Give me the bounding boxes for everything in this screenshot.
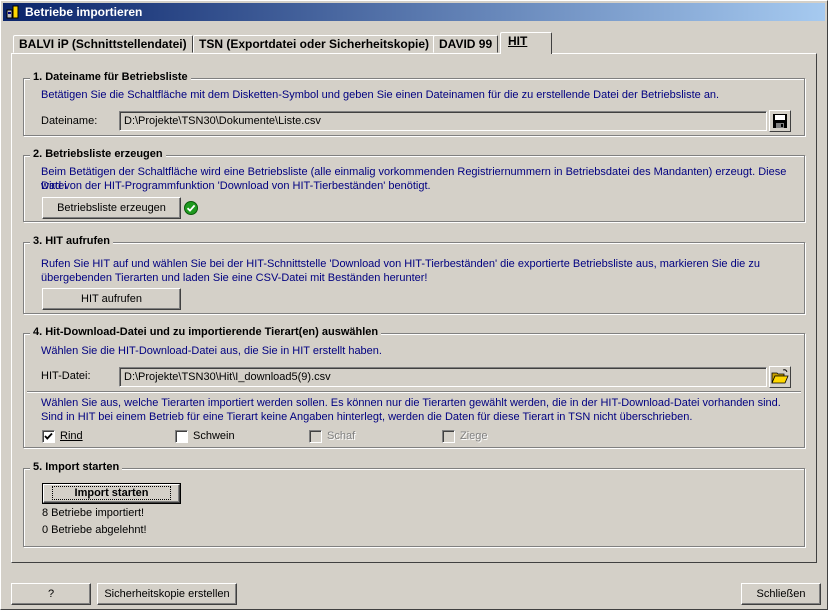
- group-dateiname: 1. Dateiname für Betriebsliste Betätigen…: [23, 71, 805, 136]
- checkbox-label-ziege: Ziege: [460, 430, 488, 442]
- tab-hit[interactable]: HIT: [500, 32, 552, 54]
- species-hint-line2: Sind in HIT bei einem Betrieb für eine T…: [41, 411, 693, 423]
- checkbox-label-schwein: Schwein: [193, 430, 235, 442]
- hit-file-label: HIT-Datei:: [41, 370, 91, 382]
- open-folder-icon: [771, 369, 789, 384]
- group-hit-aufrufen: 3. HIT aufrufen Rufen Sie HIT auf und wä…: [23, 235, 805, 314]
- result-imported: 8 Betriebe importiert!: [42, 507, 145, 519]
- section-description: Wählen Sie die HIT-Download-Datei aus, d…: [41, 345, 382, 357]
- section-divider: [27, 391, 801, 393]
- checkbox-schaf: [309, 430, 322, 443]
- betriebsliste-erzeugen-button[interactable]: Betriebsliste erzeugen: [42, 197, 181, 219]
- tab-label: TSN (Exportdatei oder Sicherheitskopie): [199, 37, 430, 51]
- button-label: Betriebsliste erzeugen: [57, 202, 166, 214]
- hit-aufrufen-button[interactable]: HIT aufrufen: [42, 288, 181, 310]
- import-starten-button[interactable]: Import starten: [42, 483, 181, 504]
- checkbox-label-schaf: Schaf: [327, 430, 356, 442]
- button-label: Schließen: [756, 588, 806, 600]
- tab-david[interactable]: DAVID 99: [433, 35, 499, 53]
- group-title: 1. Dateiname für Betriebsliste: [30, 71, 191, 83]
- open-file-button[interactable]: [769, 366, 791, 388]
- save-file-button[interactable]: [769, 110, 791, 132]
- backup-button[interactable]: Sicherheitskopie erstellen: [97, 583, 237, 605]
- close-button[interactable]: Schließen: [741, 583, 821, 605]
- group-title: 5. Import starten: [30, 461, 123, 473]
- group-title: 4. Hit-Download-Datei und zu importieren…: [30, 326, 382, 338]
- button-label: Sicherheitskopie erstellen: [104, 588, 230, 600]
- floppy-disk-icon: [773, 114, 787, 128]
- button-label: HIT aufrufen: [81, 293, 142, 305]
- title-bar[interactable]: Betriebe importieren: [3, 3, 825, 21]
- section-description-line1: Rufen Sie HIT auf und wählen Sie bei der…: [41, 258, 760, 270]
- group-hit-download: 4. Hit-Download-Datei und zu importieren…: [23, 326, 805, 448]
- window-title: Betriebe importieren: [25, 5, 143, 19]
- group-title: 2. Betriebsliste erzeugen: [30, 148, 166, 160]
- checkbox-label-rind: Rind: [60, 430, 83, 442]
- section-description-line2: übergebenden Tierarten und laden Sie ein…: [41, 272, 428, 284]
- app-icon: [6, 5, 19, 19]
- checkbox-ziege: [442, 430, 455, 443]
- section-description: Betätigen Sie die Schaltfläche mit dem D…: [41, 89, 720, 101]
- help-button[interactable]: ?: [11, 583, 91, 605]
- tab-tsn[interactable]: TSN (Exportdatei oder Sicherheitskopie): [193, 35, 436, 53]
- result-rejected: 0 Betriebe abgelehnt!: [42, 524, 147, 536]
- tab-balvi[interactable]: BALVI iP (Schnittstellendatei): [13, 35, 193, 53]
- group-betriebsliste: 2. Betriebsliste erzeugen Beim Betätigen…: [23, 148, 805, 222]
- group-title: 3. HIT aufrufen: [30, 235, 114, 247]
- dialog-window: Betriebe importieren BALVI iP (Schnittst…: [0, 0, 828, 610]
- button-label: ?: [47, 588, 55, 600]
- hit-file-field[interactable]: D:\Projekte\TSN30\Hit\I_download5(9).csv: [119, 367, 767, 387]
- species-hint-line1: Wählen Sie aus, welche Tierarten importi…: [41, 397, 781, 409]
- checkmark-icon: [44, 432, 53, 440]
- section-description-line2: wird von der HIT-Programmfunktion 'Downl…: [41, 180, 431, 192]
- file-label: Dateiname:: [41, 115, 98, 127]
- checkbox-schwein[interactable]: [175, 430, 188, 443]
- checkbox-rind[interactable]: [42, 430, 55, 443]
- button-label: Import starten: [51, 486, 172, 500]
- tab-label: BALVI iP (Schnittstellendatei): [19, 37, 187, 51]
- check-icon: [184, 201, 198, 215]
- tab-panel-hit: 1. Dateiname für Betriebsliste Betätigen…: [11, 53, 817, 563]
- filename-field[interactable]: D:\Projekte\TSN30\Dokumente\Liste.csv: [119, 111, 767, 131]
- group-import-starten: 5. Import starten Import starten 8 Betri…: [23, 461, 805, 547]
- tab-label: DAVID 99: [439, 37, 493, 51]
- tab-label: HIT: [508, 34, 528, 48]
